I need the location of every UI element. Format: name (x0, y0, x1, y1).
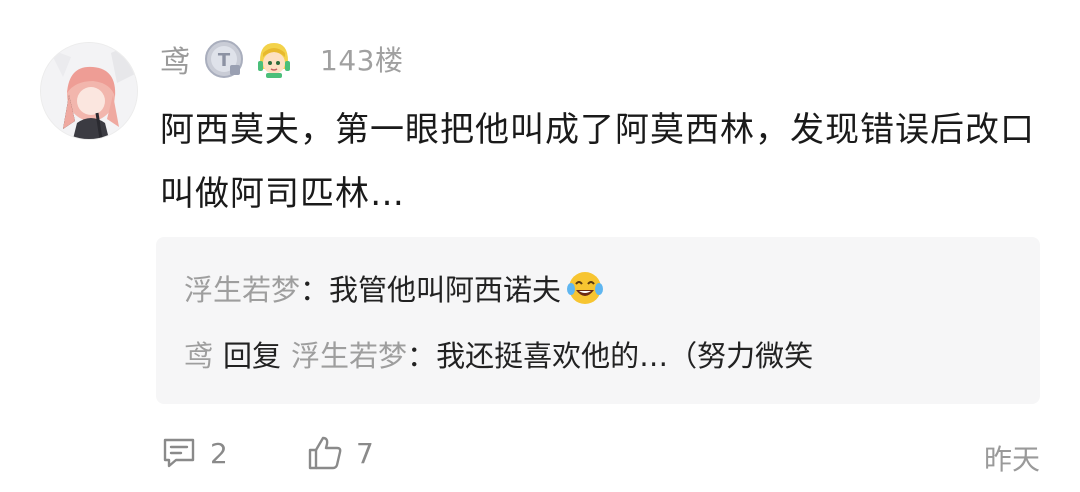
reply-separator: ： (300, 273, 330, 307)
comment-count: 2 (210, 436, 228, 470)
reply-text: 我还挺喜欢他的…（努力微笑 (436, 339, 814, 373)
thumbs-up-icon (308, 436, 342, 470)
username[interactable]: 鸢 (160, 37, 190, 81)
reply-separator: ： (407, 339, 437, 373)
character-badge-icon[interactable] (254, 39, 294, 79)
laughing-tears-emoji (567, 272, 604, 304)
reply-item[interactable]: 浮生若梦 ： 我管他叫阿西诺夫 (184, 267, 605, 309)
reply-box[interactable]: 浮生若梦 ： 我管他叫阿西诺夫 鸢 回复 浮生若梦 ： 我还挺喜欢他的…（努力微… (156, 237, 1040, 404)
comment-header: 鸢 T 143楼 (160, 36, 403, 82)
reply-author[interactable]: 浮生若梦 (184, 267, 300, 309)
level-t-badge-icon[interactable]: T (204, 39, 244, 79)
comment-content: 阿西莫夫，第一眼把他叫成了阿莫西林，发现错误后改口叫做阿司匹林… (160, 110, 1035, 214)
like-count: 7 (356, 436, 374, 470)
avatar-image (41, 43, 137, 139)
comment-footer: 2 7 昨天 (0, 434, 1080, 478)
reply-action: 回复 (223, 339, 282, 373)
floor-number: 143楼 (320, 44, 404, 77)
reply-author[interactable]: 鸢 (184, 333, 213, 375)
reply-item[interactable]: 鸢 回复 浮生若梦 ： 我还挺喜欢他的…（努力微笑 (184, 333, 813, 375)
svg-text:T: T (218, 50, 231, 71)
comment-icon (163, 438, 195, 468)
reply-text: 我管他叫阿西诺夫 (329, 273, 562, 307)
like-button[interactable]: 7 (306, 434, 374, 472)
timestamp: 昨天 (983, 443, 1040, 476)
avatar[interactable] (40, 42, 138, 140)
reply-target[interactable]: 浮生若梦 (291, 333, 407, 375)
comment-button[interactable]: 2 (160, 434, 228, 472)
